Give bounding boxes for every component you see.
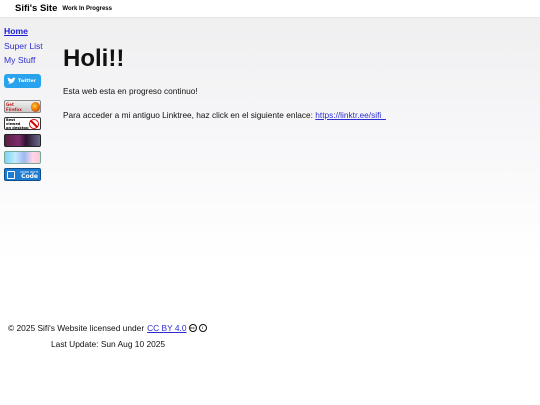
license-text: © 2025 Sifi's Website licensed under xyxy=(8,323,145,333)
license-line: © 2025 Sifi's Website licensed under CC … xyxy=(8,323,308,333)
desktop-badge-label: Best viewed on desktop xyxy=(5,117,29,130)
no-sign-icon xyxy=(29,118,39,129)
badge-list: Twitter Get Firefox Best viewed on deskt… xyxy=(4,74,42,185)
vscode-badge-label: MADE WITH Code xyxy=(15,170,40,179)
sidebar-nav: Home Super List My Stuff xyxy=(4,24,46,68)
vscode-badge-line2: Code xyxy=(21,172,38,180)
anime-art-badge[interactable] xyxy=(4,151,41,164)
linktree-link[interactable]: https://linktr.ee/sifi_ xyxy=(315,110,386,120)
sidebar-item-super-list[interactable]: Super List xyxy=(4,39,46,54)
firefox-icon xyxy=(30,101,40,112)
page-heading: Holi!! xyxy=(63,45,125,72)
progress-paragraph: Esta web esta en progreso continuo! xyxy=(63,86,198,96)
firefox-badge-label: Get Firefox xyxy=(6,101,22,112)
last-update: Last Update: Sun Aug 10 2025 xyxy=(51,339,166,349)
footer: © 2025 Sifi's Website licensed under CC … xyxy=(8,323,308,349)
cc-icon: cc xyxy=(188,324,197,332)
best-viewed-desktop-badge[interactable]: Best viewed on desktop xyxy=(4,117,41,130)
pixel-art-badge[interactable] xyxy=(4,134,41,147)
linktree-paragraph-text: Para acceder a mi antiguo Linktree, haz … xyxy=(63,110,316,120)
site-subtitle: Work In Progress xyxy=(62,5,112,12)
desktop-badge-line2: on desktop xyxy=(6,125,29,130)
linktree-paragraph: Para acceder a mi antiguo Linktree, haz … xyxy=(63,110,523,120)
main-content: Holi!! Esta web esta en progreso continu… xyxy=(63,44,523,120)
vscode-icon xyxy=(7,170,15,179)
license-link[interactable]: CC BY 4.0 xyxy=(147,323,186,333)
twitter-bird-icon xyxy=(7,77,16,84)
get-firefox-badge[interactable]: Get Firefox xyxy=(4,100,41,113)
sidebar-item-my-stuff[interactable]: My Stuff xyxy=(4,53,46,68)
desktop-badge-line1: Best viewed xyxy=(6,117,21,126)
by-icon: i xyxy=(198,324,207,332)
site-title[interactable]: Sifi's Site xyxy=(15,3,57,14)
twitter-badge-label: Twitter xyxy=(18,78,36,84)
sidebar-item-home[interactable]: Home xyxy=(4,24,46,39)
top-bar: Sifi's Site Work In Progress xyxy=(0,0,540,18)
twitter-badge[interactable]: Twitter xyxy=(4,74,41,88)
made-with-vscode-badge[interactable]: MADE WITH Code xyxy=(4,168,41,181)
